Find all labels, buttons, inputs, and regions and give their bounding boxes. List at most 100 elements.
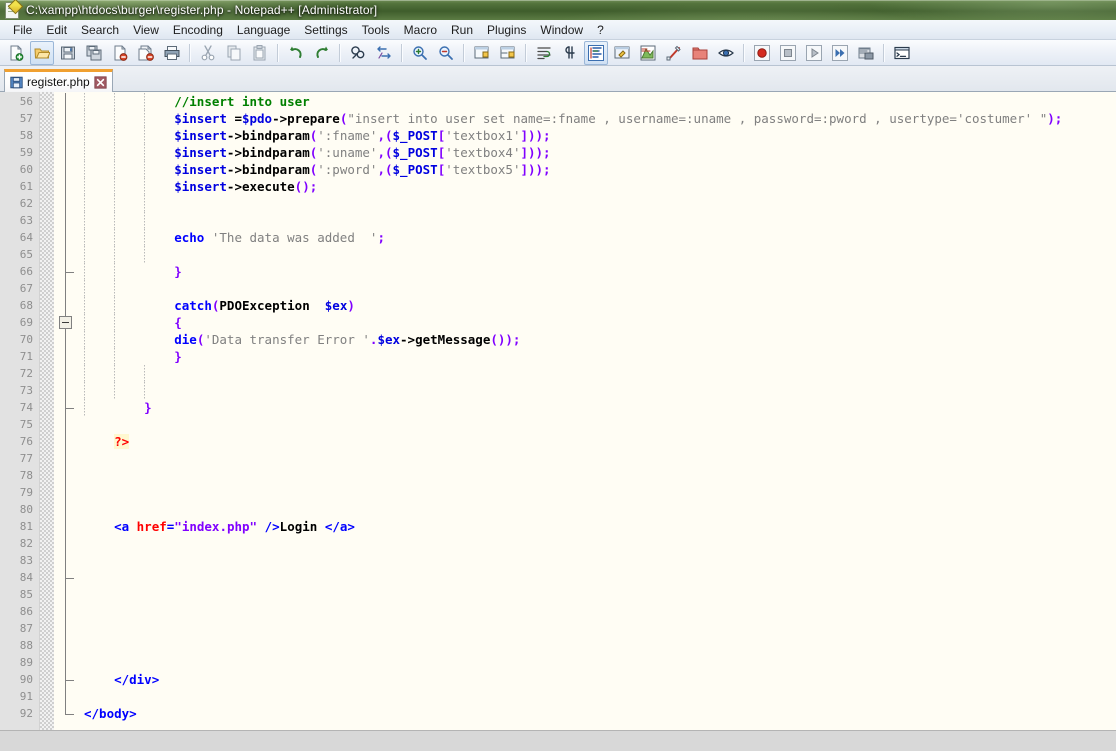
save-all-icon[interactable]	[82, 41, 106, 65]
code-line[interactable]	[76, 535, 1116, 552]
menu-item-edit[interactable]: Edit	[39, 21, 74, 39]
code-line[interactable]	[76, 195, 1116, 212]
tab-close-icon[interactable]	[94, 76, 107, 89]
code-line[interactable]	[76, 603, 1116, 620]
sync-horizontal-scroll-icon[interactable]	[496, 41, 520, 65]
code-token: ':uname'	[317, 145, 377, 160]
code-line[interactable]: }	[76, 399, 1116, 416]
document-map-icon[interactable]	[636, 41, 660, 65]
macro-play-icon[interactable]	[802, 41, 826, 65]
code-line[interactable]: $insert->execute();	[76, 178, 1116, 195]
line-number: 64	[0, 229, 39, 246]
menu-item-view[interactable]: View	[126, 21, 166, 39]
function-list-icon[interactable]	[662, 41, 686, 65]
code-token: 'textbox1'	[445, 128, 520, 143]
code-line[interactable]	[76, 212, 1116, 229]
menu-item-language[interactable]: Language	[230, 21, 297, 39]
code-token: =	[234, 111, 242, 126]
macro-stop-icon[interactable]	[776, 41, 800, 65]
code-token: $ex	[325, 298, 348, 313]
code-line[interactable]: $insert->bindparam(':pword',($_POST['tex…	[76, 161, 1116, 178]
menu-item-search[interactable]: Search	[74, 21, 126, 39]
copy-icon[interactable]	[222, 41, 246, 65]
code-line[interactable]	[76, 484, 1116, 501]
code-line[interactable]	[76, 280, 1116, 297]
new-file-icon[interactable]	[4, 41, 28, 65]
code-line[interactable]	[76, 586, 1116, 603]
code-line[interactable]: echo 'The data was added ';	[76, 229, 1116, 246]
code-line[interactable]: //insert into user	[76, 93, 1116, 110]
code-line[interactable]: <a href="index.php" />Login </a>	[76, 518, 1116, 535]
menu-item-macro[interactable]: Macro	[397, 21, 444, 39]
code-line[interactable]	[76, 620, 1116, 637]
menu-item-settings[interactable]: Settings	[297, 21, 354, 39]
code-token: ->	[400, 332, 415, 347]
macro-playback-multiple-icon[interactable]	[828, 41, 852, 65]
monitoring-icon[interactable]	[714, 41, 738, 65]
code-line[interactable]	[76, 569, 1116, 586]
open-file-icon[interactable]	[30, 41, 54, 65]
zoom-in-icon[interactable]	[408, 41, 432, 65]
code-line[interactable]	[76, 637, 1116, 654]
paste-icon[interactable]	[248, 41, 272, 65]
user-defined-language-icon[interactable]	[610, 41, 634, 65]
sync-vertical-scroll-icon[interactable]	[470, 41, 494, 65]
fold-margin[interactable]	[54, 92, 76, 730]
zoom-out-icon[interactable]	[434, 41, 458, 65]
menu-item-run[interactable]: Run	[444, 21, 480, 39]
code-line[interactable]	[76, 450, 1116, 467]
print-icon[interactable]	[160, 41, 184, 65]
code-token: ,(	[377, 162, 392, 177]
macro-save-icon[interactable]	[854, 41, 878, 65]
code-line[interactable]: ?>	[76, 433, 1116, 450]
menu-item-help[interactable]: ?	[590, 21, 611, 39]
macro-record-icon[interactable]	[750, 41, 774, 65]
cut-icon[interactable]	[196, 41, 220, 65]
undo-icon[interactable]	[284, 41, 308, 65]
code-line[interactable]: }	[76, 348, 1116, 365]
replace-icon[interactable]	[372, 41, 396, 65]
code-line[interactable]	[76, 467, 1116, 484]
editor-area[interactable]: 5657585960616263646566676869707172737475…	[0, 92, 1116, 730]
save-icon[interactable]	[56, 41, 80, 65]
code-line[interactable]	[76, 365, 1116, 382]
menu-item-file[interactable]: File	[6, 21, 39, 39]
code-line[interactable]	[76, 552, 1116, 569]
code-line[interactable]	[76, 688, 1116, 705]
code-line[interactable]: {	[76, 314, 1116, 331]
code-line[interactable]: </body>	[76, 705, 1116, 722]
code-line[interactable]	[76, 246, 1116, 263]
editor-tab[interactable]: register.php	[4, 69, 113, 92]
code-line[interactable]	[76, 501, 1116, 518]
run-icon[interactable]	[890, 41, 914, 65]
code-text-area[interactable]: //insert into user$insert =$pdo->prepare…	[76, 92, 1116, 730]
code-line[interactable]: catch(PDOException $ex)	[76, 297, 1116, 314]
code-line[interactable]: }	[76, 263, 1116, 280]
close-file-icon[interactable]	[108, 41, 132, 65]
code-line[interactable]	[76, 416, 1116, 433]
code-line[interactable]	[76, 382, 1116, 399]
menu-item-encoding[interactable]: Encoding	[166, 21, 230, 39]
show-all-characters-icon[interactable]	[558, 41, 582, 65]
code-line[interactable]: $insert->bindparam(':uname',($_POST['tex…	[76, 144, 1116, 161]
find-icon[interactable]	[346, 41, 370, 65]
folder-as-workspace-icon[interactable]	[688, 41, 712, 65]
menu-item-tools[interactable]: Tools	[355, 21, 397, 39]
code-line[interactable]: die('Data transfer Error '.$ex->getMessa…	[76, 331, 1116, 348]
code-line-content: $insert->execute();	[76, 178, 317, 195]
line-number: 77	[0, 450, 39, 467]
code-line[interactable]: $insert->bindparam(':fname',($_POST['tex…	[76, 127, 1116, 144]
code-line[interactable]	[76, 654, 1116, 671]
menu-item-window[interactable]: Window	[533, 21, 590, 39]
redo-icon[interactable]	[310, 41, 334, 65]
code-line[interactable]: </div>	[76, 671, 1116, 688]
close-all-files-icon[interactable]	[134, 41, 158, 65]
bookmark-margin[interactable]	[40, 92, 54, 730]
code-line[interactable]: $insert =$pdo->prepare("insert into user…	[76, 110, 1116, 127]
word-wrap-icon[interactable]	[532, 41, 556, 65]
fold-collapse-box[interactable]	[59, 316, 72, 329]
menu-item-plugins[interactable]: Plugins	[480, 21, 533, 39]
line-number: 65	[0, 246, 39, 263]
line-number: 91	[0, 688, 39, 705]
indent-guide-icon[interactable]	[584, 41, 608, 65]
